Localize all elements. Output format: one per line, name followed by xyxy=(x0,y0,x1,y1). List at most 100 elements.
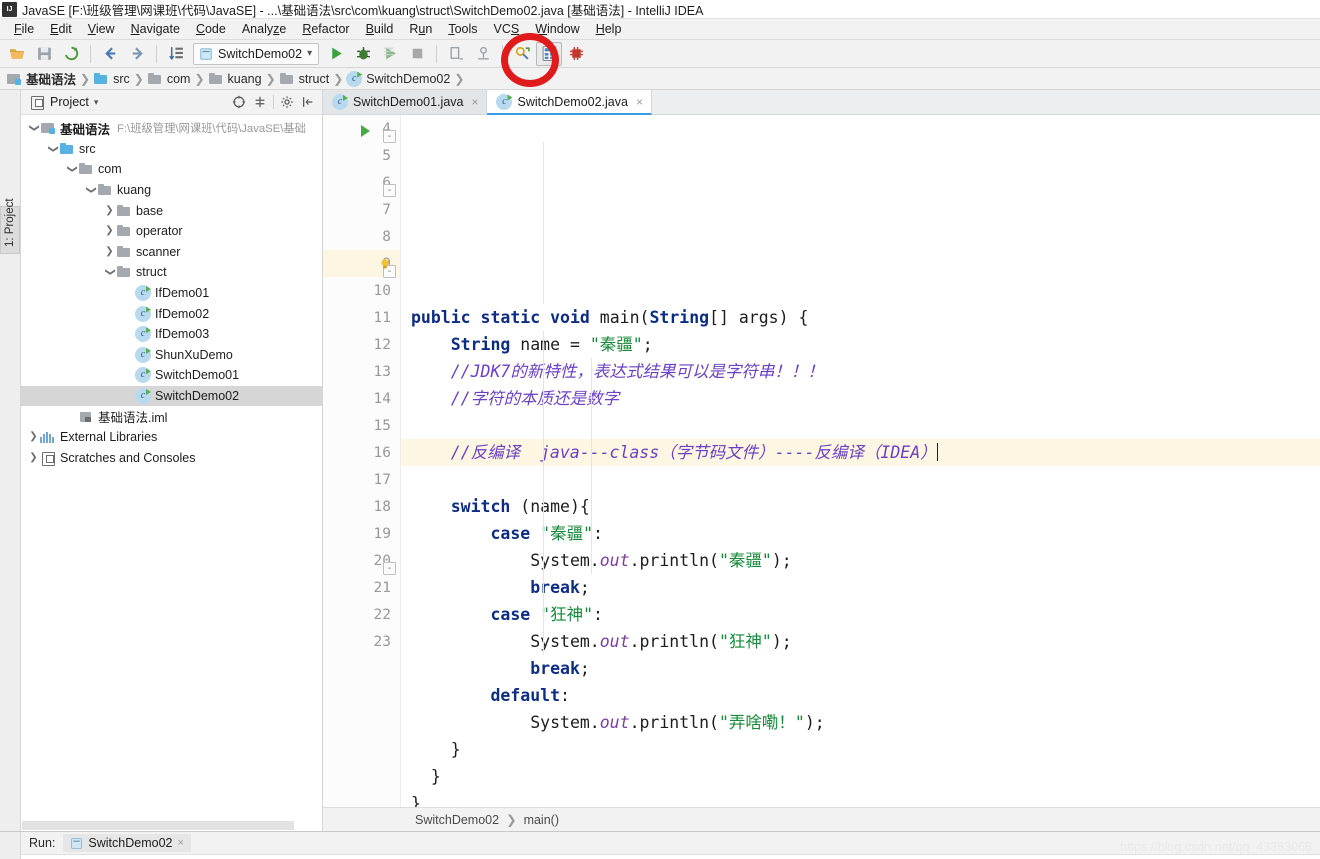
tree-node-src[interactable]: ❯ src xyxy=(21,139,322,160)
tree-node-kuang[interactable]: ❯ kuang xyxy=(21,180,322,201)
tree-node-operator[interactable]: ❯ operator xyxy=(21,221,322,242)
menu-window[interactable]: Window xyxy=(527,19,587,40)
close-icon[interactable]: × xyxy=(177,837,183,849)
code-fold-icon[interactable]: - xyxy=(383,562,396,575)
code-line[interactable]: //JDK7的新特性，表达式结果可以是字符串！！！ xyxy=(411,358,1320,385)
project-view-dropdown-icon[interactable]: ▾ xyxy=(94,97,99,108)
menu-file[interactable]: File xyxy=(6,19,42,40)
tree-node-ifdemo01[interactable]: IfDemo01 xyxy=(21,283,322,304)
update-application-icon[interactable] xyxy=(443,42,469,66)
gutter-line-number[interactable]: 5 xyxy=(323,142,400,169)
intention-bulb-icon[interactable] xyxy=(378,257,392,271)
tree-node-[interactable]: ❯ 基础语法 F:\班级管理\网课班\代码\JavaSE\基础 xyxy=(21,118,322,139)
code-line[interactable]: //反编译 java---class（字节码文件）----反编译（IDEA） xyxy=(401,439,1320,466)
debug-icon[interactable] xyxy=(350,42,376,66)
code-line[interactable]: case "秦疆": xyxy=(411,520,1320,547)
menu-view[interactable]: View xyxy=(80,19,123,40)
code-fold-icon[interactable]: - xyxy=(383,130,396,143)
nav-method-label[interactable]: main() xyxy=(524,813,559,827)
code-line[interactable]: System.out.println("秦疆"); xyxy=(411,547,1320,574)
close-icon[interactable]: × xyxy=(636,95,643,109)
code-line[interactable]: //字符的本质还是数字 xyxy=(411,385,1320,412)
show-bytecode-icon[interactable] xyxy=(536,41,563,66)
plugins-icon[interactable] xyxy=(563,42,589,66)
tree-node-base[interactable]: ❯ base xyxy=(21,200,322,221)
gutter-line-number[interactable]: 16 xyxy=(323,439,400,466)
code-fold-icon[interactable]: - xyxy=(383,184,396,197)
chevron-down-icon[interactable]: ▾ xyxy=(307,48,312,59)
back-icon[interactable] xyxy=(97,42,123,66)
tree-node-scratches-and-consoles[interactable]: ❯ Scratches and Consoles xyxy=(21,448,322,469)
code-line[interactable]: String name = "秦疆"; xyxy=(411,331,1320,358)
chevron-right-icon[interactable]: ❯ xyxy=(103,205,116,216)
run-configuration-selector[interactable]: SwitchDemo02 ▾ xyxy=(193,42,320,65)
chevron-down-icon[interactable]: ❯ xyxy=(105,266,116,279)
menu-vcs[interactable]: VCS xyxy=(486,19,528,40)
menu-refactor[interactable]: Refactor xyxy=(294,19,357,40)
tree-node-ifdemo03[interactable]: IfDemo03 xyxy=(21,324,322,345)
settings-gear-icon[interactable] xyxy=(279,94,295,110)
code-line[interactable]: break; xyxy=(411,655,1320,682)
close-icon[interactable]: × xyxy=(471,95,478,109)
menu-build[interactable]: Build xyxy=(358,19,402,40)
code-line[interactable]: System.out.println("弄啥嘞！"); xyxy=(411,709,1320,736)
gutter-line-number[interactable]: 10 xyxy=(323,277,400,304)
tree-node-external-libraries[interactable]: ❯ External Libraries xyxy=(21,427,322,448)
gutter-line-number[interactable]: 11 xyxy=(323,304,400,331)
gutter-line-number[interactable]: 13 xyxy=(323,358,400,385)
tree-node-iml[interactable]: 基础语法.iml xyxy=(21,406,322,427)
run-coverage-icon[interactable] xyxy=(377,42,403,66)
code-editor[interactable]: 4567891011121314151617181920212223---- p… xyxy=(323,115,1320,807)
project-tree-horizontal-scrollbar[interactable] xyxy=(21,820,322,831)
editor-tab-switchdemo01[interactable]: SwitchDemo01.java × xyxy=(323,90,488,114)
tree-node-switchdemo01[interactable]: SwitchDemo01 xyxy=(21,365,322,386)
hide-panel-icon[interactable] xyxy=(300,94,316,110)
code-line[interactable] xyxy=(411,412,1320,439)
menu-code[interactable]: Code xyxy=(188,19,234,40)
breadcrumb-item-com[interactable]: com xyxy=(147,71,194,87)
tree-node-struct[interactable]: ❯ struct xyxy=(21,262,322,283)
menu-edit[interactable]: Edit xyxy=(42,19,80,40)
breadcrumb-item-module[interactable]: 基础语法 xyxy=(6,69,79,88)
gutter-run-arrow-icon[interactable] xyxy=(323,125,370,137)
run-tab-switchdemo02[interactable]: SwitchDemo02 × xyxy=(63,834,191,852)
run-icon[interactable] xyxy=(323,42,349,66)
scroll-up-icon[interactable] xyxy=(50,855,79,859)
tree-node-switchdemo02[interactable]: SwitchDemo02 xyxy=(21,385,322,407)
forward-icon[interactable] xyxy=(124,42,150,66)
sort-icon[interactable] xyxy=(163,42,189,66)
gutter-line-number[interactable]: 12 xyxy=(323,331,400,358)
chevron-right-icon[interactable]: ❯ xyxy=(103,226,116,236)
menu-tools[interactable]: Tools xyxy=(440,19,485,40)
project-tree[interactable]: ❯ 基础语法 F:\班级管理\网课班\代码\JavaSE\基础 ❯ src ❯ com ❯ ku… xyxy=(21,115,322,820)
save-all-icon[interactable] xyxy=(31,42,57,66)
chevron-right-icon[interactable]: ❯ xyxy=(27,432,40,442)
menu-analyze[interactable]: Analyze xyxy=(234,19,294,40)
tree-node-shunxudemo[interactable]: ShunXuDemo xyxy=(21,345,322,366)
tree-node-scanner[interactable]: ❯ scanner xyxy=(21,242,322,263)
gutter-line-number[interactable]: 23 xyxy=(323,628,400,655)
chevron-down-icon[interactable]: ❯ xyxy=(48,142,59,155)
gutter-line-number[interactable]: 15 xyxy=(323,412,400,439)
gutter-line-number[interactable]: 17 xyxy=(323,466,400,493)
search-everywhere-icon[interactable] xyxy=(509,42,535,66)
collapse-all-icon[interactable] xyxy=(231,94,247,110)
chevron-right-icon[interactable]: ❯ xyxy=(103,246,116,257)
code-line[interactable] xyxy=(411,466,1320,493)
chevron-down-icon[interactable]: ❯ xyxy=(86,184,97,197)
chevron-down-icon[interactable]: ❯ xyxy=(29,122,40,135)
stop-icon[interactable] xyxy=(404,42,430,66)
open-project-icon[interactable] xyxy=(4,42,30,66)
code-line[interactable]: } xyxy=(411,763,1320,790)
gutter-line-number[interactable]: 18 xyxy=(323,493,400,520)
scroll-from-source-icon[interactable] xyxy=(252,94,268,110)
editor-tab-switchdemo02[interactable]: SwitchDemo02.java × xyxy=(487,90,652,115)
chevron-down-icon[interactable]: ❯ xyxy=(67,163,78,176)
breadcrumb-item-struct[interactable]: struct xyxy=(279,71,333,87)
nav-class-label[interactable]: SwitchDemo02 xyxy=(415,813,499,827)
breadcrumb-item-src[interactable]: src xyxy=(93,71,133,87)
code-line[interactable]: switch (name){ xyxy=(411,493,1320,520)
gutter-line-number[interactable]: 8 xyxy=(323,223,400,250)
gutter-line-number[interactable]: 7 xyxy=(323,196,400,223)
code-line[interactable]: public static void main(String[] args) { xyxy=(411,304,1320,331)
